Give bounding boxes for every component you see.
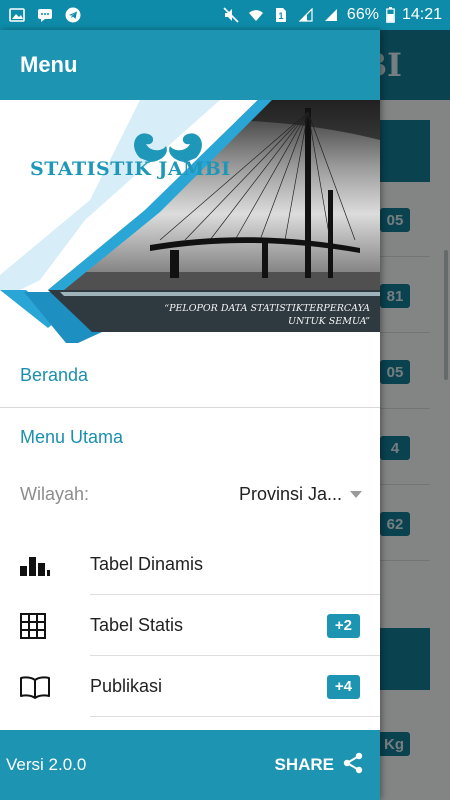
region-label: Wilayah: (20, 483, 90, 504)
banner-tagline-line: UNTUK SEMUA” (288, 316, 370, 327)
share-icon (342, 752, 364, 779)
nav-item-beranda[interactable]: Beranda (0, 343, 380, 407)
clock: 14:21 (401, 6, 442, 23)
version-label: Versi 2.0.0 (6, 755, 87, 774)
menu-item-tabel-dinamis[interactable]: Tabel Dinamis (0, 534, 380, 595)
telegram-icon (64, 7, 82, 23)
signal-icon (322, 7, 340, 23)
drawer-title: Menu (20, 52, 78, 77)
grid-table-icon (0, 612, 90, 639)
battery-icon (386, 7, 395, 23)
section-title-menu-utama: Menu Utama (0, 408, 380, 466)
header-banner: STATISTIK JAMBI “PELOPOR DATA STATISTIKT… (0, 100, 380, 343)
image-icon (8, 7, 26, 23)
navigation-drawer: Menu STATISTIK JAMBI “PELOPOR DATA STATI… (0, 30, 380, 800)
region-dropdown[interactable]: Provinsi Ja... (239, 484, 362, 505)
region-value: Provinsi Ja... (238, 483, 342, 504)
share-button[interactable]: SHARE (274, 752, 364, 779)
bar-chart-icon (0, 554, 90, 576)
wifi-icon (247, 7, 265, 23)
battery-percent: 66% (346, 6, 379, 23)
svg-text:1: 1 (278, 11, 283, 21)
signal-icon (297, 7, 315, 23)
banner-tagline: “PELOPOR DATA STATISTIKTERPERCAYA UNTUK … (120, 302, 370, 328)
divider (90, 716, 380, 717)
menu-item-label: Tabel Statis (90, 615, 184, 635)
drawer-header: Menu (0, 30, 380, 100)
menu-item-label: Publikasi (90, 676, 163, 696)
status-bar: 1 66% 14:21 (0, 0, 450, 30)
banner-tagline-line: “PELOPOR DATA STATISTIKTERPERCAYA (164, 303, 370, 314)
menu-item-publikasi[interactable]: Publikasi +4 (0, 656, 380, 717)
menu-item-tabel-statis[interactable]: Tabel Statis +2 (0, 595, 380, 656)
share-label: SHARE (274, 755, 334, 774)
nav-item-label: Beranda (20, 364, 89, 385)
count-badge: +4 (326, 674, 360, 699)
region-selector[interactable]: Wilayah: Provinsi Ja... (0, 466, 380, 522)
sim-1-icon: 1 (272, 7, 290, 23)
book-icon (0, 675, 90, 699)
count-badge: +2 (326, 613, 360, 638)
message-icon (36, 7, 54, 23)
chevron-down-icon (350, 490, 362, 498)
drawer-footer: Versi 2.0.0 SHARE (0, 730, 380, 800)
mute-icon (222, 7, 240, 23)
section-title-label: Menu Utama (20, 426, 124, 447)
menu-item-label: Tabel Dinamis (90, 554, 204, 574)
banner-logo-text: STATISTIK JAMBI (30, 158, 231, 180)
